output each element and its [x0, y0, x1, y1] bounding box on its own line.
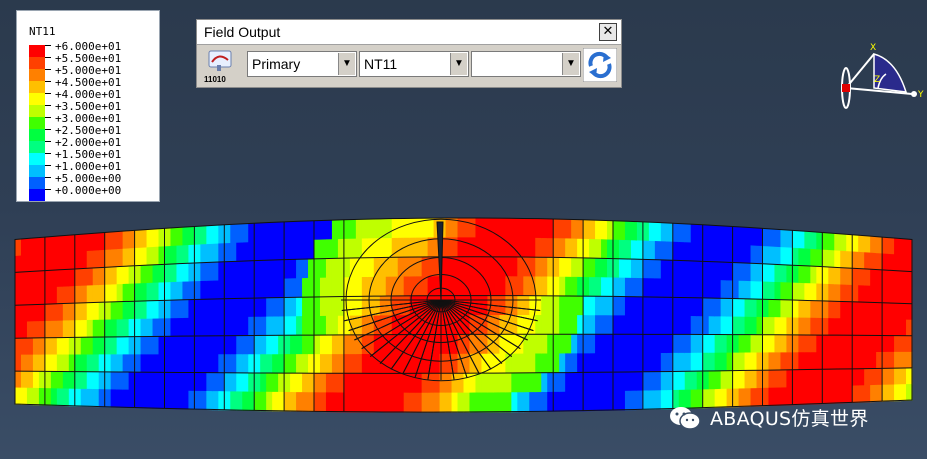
field-output-dialog: Field Output ✕ 11010 Primary ▼ NT11 ▼ ▼ — [196, 19, 622, 88]
output-type-select[interactable]: Primary ▼ — [247, 51, 357, 77]
legend-swatch — [29, 153, 45, 165]
legend-swatch — [29, 45, 45, 57]
legend-swatch — [29, 177, 45, 189]
field-output-title: Field Output — [204, 24, 281, 40]
legend-swatch — [29, 165, 45, 177]
axis-z-label: Z — [874, 75, 880, 85]
field-output-tool-icon[interactable]: 11010 — [203, 48, 239, 84]
field-output-title-bar: Field Output ✕ — [197, 20, 621, 45]
legend-swatch — [29, 57, 45, 69]
beam-contour-cells — [15, 218, 913, 413]
legend-swatch — [29, 117, 45, 129]
close-icon[interactable]: ✕ — [599, 23, 617, 41]
legend-swatch — [29, 81, 45, 93]
component-select[interactable]: ▼ — [471, 51, 581, 77]
contour-legend: NT11 +6.000e+01 +5.500e+01 +5.000e+01 +4.50… — [16, 10, 160, 202]
legend-swatch — [29, 141, 45, 153]
legend-color-bar — [29, 45, 51, 201]
chevron-down-icon[interactable]: ▼ — [450, 53, 467, 75]
legend-swatch — [29, 105, 45, 117]
axis-x-label: X — [870, 43, 876, 53]
watermark-text: ABAQUS仿真世界 — [710, 408, 869, 430]
field-variable-value: NT11 — [364, 56, 398, 72]
field-variable-select[interactable]: NT11 ▼ — [359, 51, 469, 77]
legend-swatch — [29, 69, 45, 81]
output-type-value: Primary — [252, 56, 301, 72]
legend-swatch — [29, 189, 45, 201]
legend-title: NT11 — [29, 25, 56, 38]
wechat-icon — [670, 406, 701, 430]
tool-label: 11010 — [204, 75, 226, 84]
legend-swatch — [29, 129, 45, 141]
legend-labels: +6.000e+01 +5.500e+01 +5.000e+01 +4.500e+01… — [55, 41, 121, 197]
view-triad: X Y Z — [841, 43, 924, 109]
axis-y-label: Y — [917, 90, 924, 100]
chevron-down-icon[interactable]: ▼ — [562, 53, 579, 75]
legend-label: +0.000e+00 — [55, 184, 122, 197]
watermark: ABAQUS仿真世界 — [668, 404, 869, 431]
legend-swatch — [29, 93, 45, 105]
refresh-icon[interactable] — [583, 48, 617, 82]
chevron-down-icon[interactable]: ▼ — [338, 53, 355, 75]
